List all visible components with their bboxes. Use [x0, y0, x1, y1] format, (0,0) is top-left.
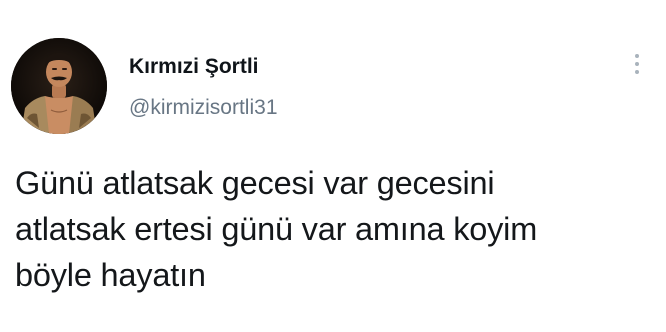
tweet-text-line: atlatsak ertesi günü var amına koyim — [15, 211, 538, 247]
tweet-text-line: Günü atlatsak gecesi var gecesini — [15, 165, 495, 201]
tweet-text: Günü atlatsak gecesi var gecesini atlats… — [15, 160, 655, 298]
avatar-photo — [11, 38, 107, 134]
more-options-icon[interactable] — [628, 50, 646, 80]
tweet-card: Kırmızi Şortli @kirmizisortli31 Günü atl… — [0, 0, 666, 332]
author-display-name[interactable]: Kırmızi Şortli — [129, 55, 259, 79]
tweet-text-line: böyle hayatın — [15, 257, 206, 293]
author-handle[interactable]: @kirmizisortli31 — [129, 96, 278, 120]
avatar[interactable] — [11, 38, 107, 134]
